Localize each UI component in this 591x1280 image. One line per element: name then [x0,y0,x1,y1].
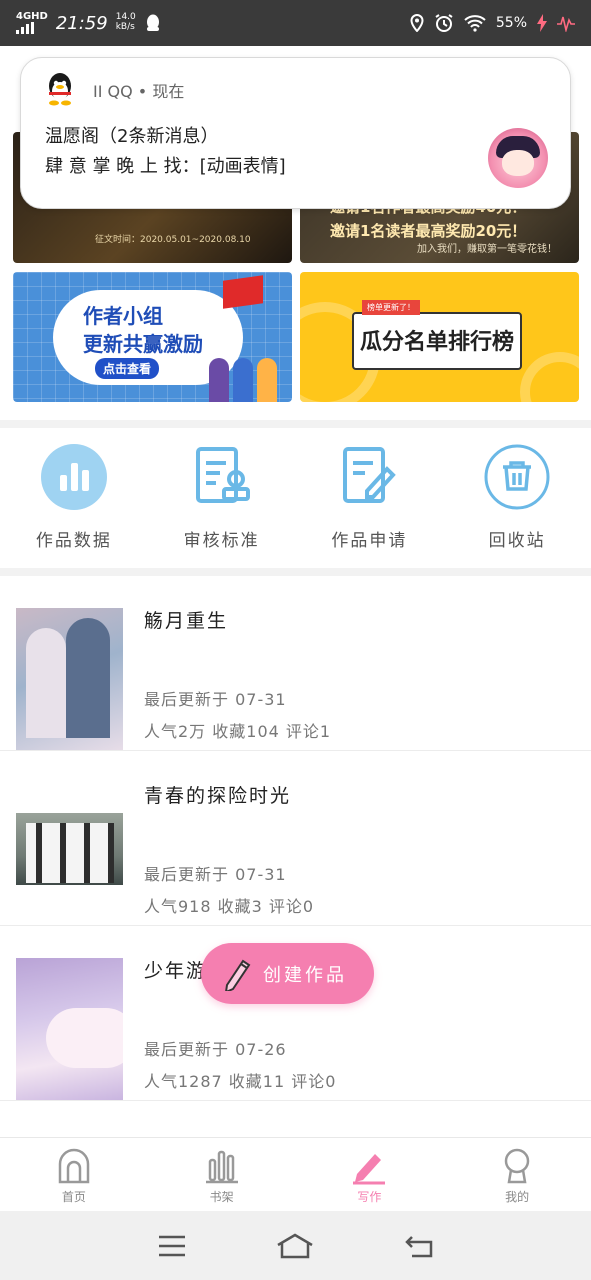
notification-title: 温愿阁（2条新消息） [45,126,219,147]
func-label: 审核标准 [183,531,260,551]
work-title: 少年游 [144,960,208,982]
qq-notification[interactable]: II QQ • 现在 温愿阁（2条新消息） 肆 意 掌 晚 上 找：[动画表情] [20,57,571,209]
func-label: 作品申请 [331,531,408,551]
net-speed: 14.0 kB/s [115,12,136,33]
bar-chart-icon [40,443,108,511]
signal-bars-icon [16,22,48,34]
tab-write[interactable]: 写作 [296,1138,444,1211]
qq-notification-icon [146,14,159,31]
work-cover [16,958,123,1100]
work-title: 觞月重生 [144,610,229,632]
home-button[interactable] [275,1226,315,1266]
kid-figure [233,358,253,402]
menu-button[interactable] [152,1226,192,1266]
work-stats: 人气918 收藏3 评论0 [144,897,315,916]
work-stats: 人气1287 收藏11 评论0 [144,1072,337,1091]
banner-invite-reader: 邀请1名读者最高奖励20元！ [330,222,527,240]
kid-figure [257,358,277,402]
tab-profile[interactable]: 我的 [443,1138,591,1211]
create-work-label: 创建作品 [263,964,347,986]
system-nav-bar [0,1211,591,1280]
location-icon [410,14,424,32]
works-list: 觞月重生 最后更新于 07-31 人气2万 收藏104 评论1 青春的探险时光 … [0,576,591,1101]
func-review-standard[interactable]: 审核标准 [148,428,296,568]
pulse-icon [557,16,575,32]
signal-indicator: 4GHD [16,12,48,34]
battery-level: 55% [495,15,527,31]
trash-icon [483,443,551,511]
func-label: 回收站 [488,531,546,551]
work-updated: 最后更新于 07-26 [144,1040,287,1059]
pencil-icon [225,959,251,991]
work-cover [16,783,123,925]
tab-label: 我的 [505,1190,530,1204]
edit-document-icon [335,443,403,511]
banner-invite-join: 加入我们，赚取第一笔零花钱！ [417,244,557,255]
bookshelf-icon [205,1150,238,1184]
alarm-icon [435,14,453,32]
func-work-apply[interactable]: 作品申请 [296,428,444,568]
avatar-face [502,150,534,176]
decor-circle [520,352,579,402]
status-bar: 4GHD 21:59 14.0 kB/s 55% [0,0,591,46]
home-arch-icon [58,1148,90,1184]
notification-message: 肆 意 掌 晚 上 找：[动画表情] [45,156,286,177]
work-title: 青春的探险时光 [144,785,292,807]
work-item[interactable]: 觞月重生 最后更新于 07-31 人气2万 收藏104 评论1 [0,576,591,751]
wifi-icon [464,15,486,32]
work-stats: 人气2万 收藏104 评论1 [144,722,332,741]
work-updated: 最后更新于 07-31 [144,690,287,709]
notification-app-line: II QQ • 现在 [93,82,185,101]
work-cover [16,608,123,750]
banner-view-button[interactable]: 点击查看 [95,358,160,379]
back-button[interactable] [399,1226,439,1266]
notification-avatar [488,128,548,188]
network-type: 4GHD [16,11,48,22]
back-icon [405,1235,433,1257]
section-divider [0,568,591,576]
cover-figure [26,628,66,738]
create-work-button[interactable]: 创建作品 [201,943,374,1004]
function-row: 作品数据 审核标准 作品申请 回收站 [0,428,591,568]
menu-icon [158,1235,185,1256]
banner-author-group[interactable]: 作者小组 更新共赢激励 点击查看 [13,272,292,402]
banner-author-group-subtitle: 更新共赢激励 [83,332,203,356]
func-recycle-bin[interactable]: 回收站 [443,428,591,568]
banner-leaderboard[interactable]: 榜单更新了！ 瓜分名单排行榜 [300,272,579,402]
section-divider [0,420,591,428]
leaderboard-ribbon: 榜单更新了！ [362,300,420,315]
cover-figure [66,618,110,738]
cover-cloud [46,1008,123,1068]
profile-icon [504,1148,530,1184]
charging-icon [537,14,547,32]
banner-author-group-title: 作者小组 [83,304,163,328]
home-icon [277,1233,314,1258]
leaderboard-title: 瓜分名单排行榜 [360,330,515,355]
tab-home[interactable]: 首页 [0,1138,148,1211]
bottom-tab-bar: 首页 书架 写作 我的 [0,1137,591,1211]
net-speed-unit: kB/s [115,22,135,32]
clock: 21:59 [55,12,108,34]
tab-label: 写作 [357,1190,382,1204]
func-work-data[interactable]: 作品数据 [0,428,148,568]
cover-people [26,823,114,883]
document-review-icon [188,443,256,511]
banner-contest-dates: 征文时间：2020.05.01~2020.08.10 [95,235,251,245]
tab-bookshelf[interactable]: 书架 [148,1138,296,1211]
work-updated: 最后更新于 07-31 [144,865,287,884]
qq-penguin-icon [49,73,71,106]
work-item[interactable]: 青春的探险时光 最后更新于 07-31 人气918 收藏3 评论0 [0,751,591,926]
pen-icon [353,1154,386,1185]
tab-label: 书架 [209,1190,234,1204]
kid-figure [209,358,229,402]
func-label: 作品数据 [35,531,112,551]
red-flag-icon [223,275,263,309]
tab-label: 首页 [61,1190,86,1204]
